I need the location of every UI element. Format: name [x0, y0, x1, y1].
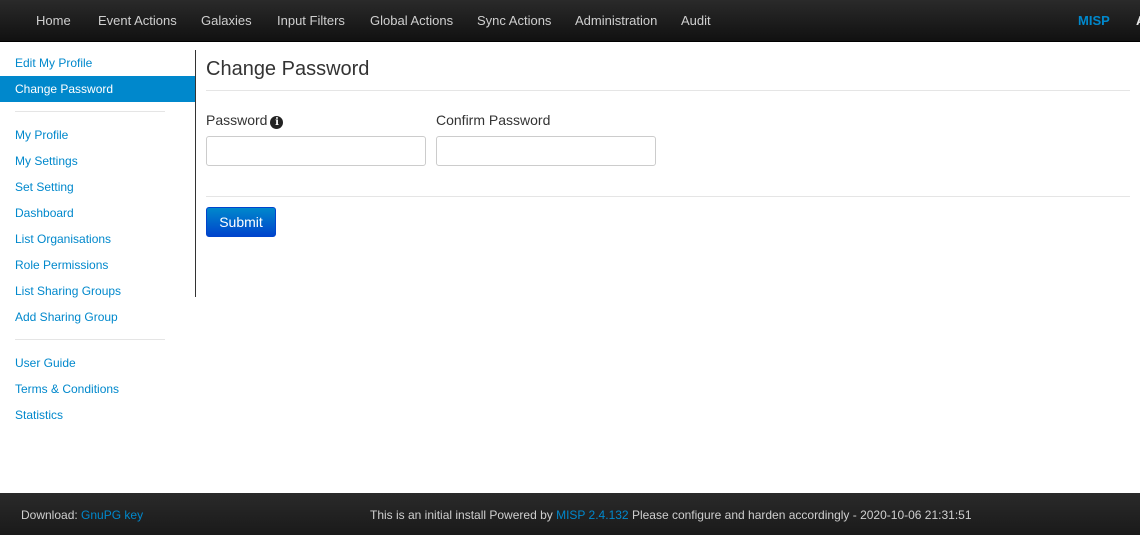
- nav-administration[interactable]: Administration: [575, 0, 657, 41]
- nav-event-actions[interactable]: Event Actions: [98, 0, 177, 41]
- misp-version-link[interactable]: MISP 2.4.132: [556, 508, 629, 522]
- confirm-password-label: Confirm Password: [436, 112, 551, 128]
- powered-prefix: This is an initial install Powered by: [370, 508, 553, 522]
- confirm-password-input[interactable]: [436, 136, 656, 166]
- sidebar-item-list-sharing-groups[interactable]: List Sharing Groups: [0, 278, 195, 304]
- form-divider: [206, 196, 1130, 197]
- nav-home[interactable]: Home: [36, 0, 71, 41]
- nav-global-actions[interactable]: Global Actions: [370, 0, 453, 41]
- nav-user-menu-cut[interactable]: A: [1136, 0, 1140, 41]
- top-navbar: Home Event Actions Galaxies Input Filter…: [0, 0, 1140, 42]
- sidebar-item-edit-my-profile[interactable]: Edit My Profile: [0, 50, 195, 76]
- password-input[interactable]: [206, 136, 426, 166]
- sidebar-item-set-setting[interactable]: Set Setting: [0, 174, 195, 200]
- sidebar-item-statistics[interactable]: Statistics: [0, 402, 195, 428]
- nav-input-filters[interactable]: Input Filters: [277, 0, 345, 41]
- page-title: Change Password: [206, 58, 370, 80]
- footer-download: Download: GnuPG key: [21, 493, 143, 538]
- footer-powered: This is an initial install Powered by MI…: [370, 493, 972, 538]
- title-divider: [206, 90, 1130, 91]
- sidebar-divider: [15, 111, 165, 112]
- nav-audit[interactable]: Audit: [681, 0, 711, 41]
- submit-button[interactable]: Submit: [206, 207, 276, 237]
- password-label: Password i: [206, 112, 284, 129]
- footer: Download: GnuPG key This is an initial i…: [0, 493, 1140, 535]
- sidebar-border: [195, 50, 196, 297]
- sidebar-item-change-password[interactable]: Change Password: [0, 76, 195, 102]
- nav-sync-actions[interactable]: Sync Actions: [477, 0, 551, 41]
- sidebar-item-role-permissions[interactable]: Role Permissions: [0, 252, 195, 278]
- gnupg-key-link[interactable]: GnuPG key: [81, 508, 143, 522]
- password-label-text: Password: [206, 112, 268, 128]
- sidebar-item-list-organisations[interactable]: List Organisations: [0, 226, 195, 252]
- sidebar-divider: [15, 339, 165, 340]
- info-icon[interactable]: i: [270, 116, 284, 129]
- download-prefix: Download:: [21, 508, 78, 522]
- sidebar-item-user-guide[interactable]: User Guide: [0, 350, 195, 376]
- sidebar-item-my-settings[interactable]: My Settings: [0, 148, 195, 174]
- brand-link[interactable]: MISP: [1078, 0, 1110, 41]
- sidebar-item-my-profile[interactable]: My Profile: [0, 122, 195, 148]
- sidebar-item-dashboard[interactable]: Dashboard: [0, 200, 195, 226]
- nav-galaxies[interactable]: Galaxies: [201, 0, 252, 41]
- sidebar-item-add-sharing-group[interactable]: Add Sharing Group: [0, 304, 195, 330]
- sidebar-item-terms-conditions[interactable]: Terms & Conditions: [0, 376, 195, 402]
- powered-suffix: Please configure and harden accordingly …: [631, 508, 972, 522]
